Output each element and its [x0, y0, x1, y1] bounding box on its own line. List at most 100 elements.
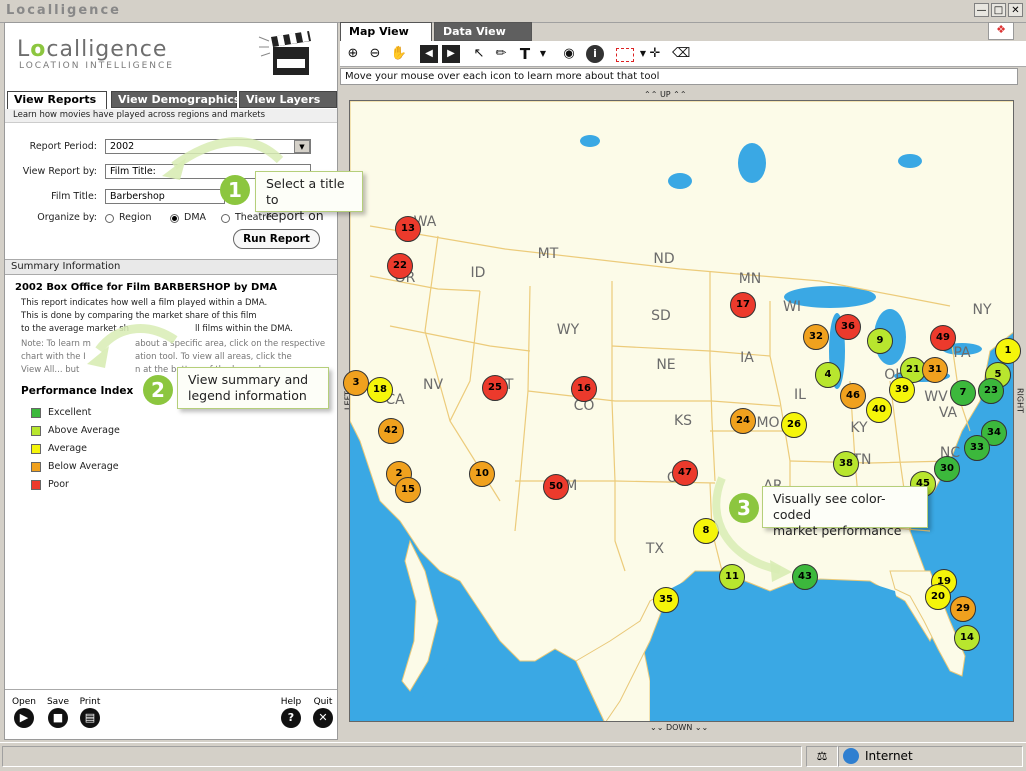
film-title-label: Film Title:: [51, 191, 97, 202]
minimize-button[interactable]: —: [974, 3, 989, 17]
state-label: MN: [738, 271, 762, 287]
dma-marker[interactable]: 3: [343, 370, 369, 396]
dma-marker[interactable]: 47: [672, 460, 698, 486]
dma-marker[interactable]: 4: [815, 362, 841, 388]
pan-up-button[interactable]: ⌃⌃ UP ⌃⌃: [644, 90, 687, 99]
reports-subheading: Learn how movies have played across regi…: [5, 109, 337, 123]
dma-marker[interactable]: 10: [469, 461, 495, 487]
dma-marker[interactable]: 38: [833, 451, 859, 477]
dma-marker[interactable]: 25: [482, 375, 508, 401]
zoom-in-icon[interactable]: ⊕: [344, 45, 362, 63]
help-button[interactable]: Help?: [278, 697, 304, 728]
dma-marker[interactable]: 31: [922, 357, 948, 383]
zoom-out-icon[interactable]: ⊖: [366, 45, 384, 63]
info-icon[interactable]: i: [586, 45, 604, 63]
dma-marker[interactable]: 49: [930, 325, 956, 351]
back-icon[interactable]: ◀: [420, 45, 438, 63]
bottom-toolbar-divider: [5, 689, 337, 690]
eraser-icon[interactable]: ⌫: [672, 45, 690, 63]
dma-marker[interactable]: 35: [653, 587, 679, 613]
legend-swatch-below-average: [31, 462, 41, 472]
open-button[interactable]: Open ▶: [11, 697, 37, 728]
state-label: ID: [470, 265, 486, 281]
legend-label-below-average: Below Average: [48, 461, 119, 472]
dma-marker[interactable]: 32: [803, 324, 829, 350]
help-icon: ?: [281, 708, 301, 728]
status-text-area: [2, 746, 802, 767]
dma-marker[interactable]: 26: [781, 412, 807, 438]
gulf-water: [650, 576, 920, 721]
dma-marker[interactable]: 1: [995, 338, 1021, 364]
state-label: IA: [740, 350, 754, 366]
map-canvas[interactable]: [350, 101, 1014, 722]
organize-region-radio[interactable]: [105, 214, 114, 223]
dma-marker[interactable]: 23: [978, 378, 1004, 404]
crosshair-icon[interactable]: ✛: [646, 45, 664, 63]
state-label: WY: [556, 322, 580, 338]
tab-view-reports[interactable]: View Reports: [7, 91, 107, 109]
tab-map-view[interactable]: Map View: [340, 22, 432, 41]
dma-marker[interactable]: 18: [367, 377, 393, 403]
printer-icon: ▤: [80, 708, 100, 728]
close-button[interactable]: ✕: [1008, 3, 1023, 17]
pan-down-button[interactable]: ⌄⌄ DOWN ⌄⌄: [650, 723, 708, 732]
dma-marker[interactable]: 39: [889, 377, 915, 403]
organize-theatre-radio[interactable]: [221, 214, 230, 223]
binoculars-icon[interactable]: ◉: [560, 45, 578, 63]
film-title-select[interactable]: Barbershop: [105, 189, 225, 204]
save-button[interactable]: Save ■: [45, 697, 71, 728]
tab-data-view[interactable]: Data View: [434, 22, 532, 41]
state-label: NV: [422, 377, 444, 393]
dma-marker[interactable]: 24: [730, 408, 756, 434]
dma-marker[interactable]: 14: [954, 625, 980, 651]
dma-marker[interactable]: 42: [378, 418, 404, 444]
legend-label-average: Average: [48, 443, 88, 454]
tab-view-layers[interactable]: View Layers: [239, 91, 337, 108]
state-label: NE: [656, 357, 676, 373]
dma-marker[interactable]: 7: [950, 380, 976, 406]
tab-view-demographics[interactable]: View Demographics: [111, 91, 240, 108]
maximize-button[interactable]: □: [991, 3, 1006, 17]
dma-marker[interactable]: 13: [395, 216, 421, 242]
dma-marker[interactable]: 29: [950, 596, 976, 622]
state-label: TX: [645, 541, 665, 557]
organize-dma-radio[interactable]: [170, 214, 179, 223]
dma-marker[interactable]: 22: [387, 253, 413, 279]
dma-marker[interactable]: 36: [835, 314, 861, 340]
text-tool-icon[interactable]: T: [516, 45, 534, 63]
run-report-button[interactable]: Run Report: [233, 229, 320, 249]
pan-right-button[interactable]: RIGHT: [1016, 371, 1025, 431]
canada-lake-1: [738, 143, 766, 183]
windows-flag-icon: ❖: [988, 22, 1014, 40]
select-arrow-icon[interactable]: ↖: [470, 45, 488, 63]
pan-hand-icon[interactable]: ✋: [390, 45, 408, 63]
dma-marker[interactable]: 33: [964, 435, 990, 461]
callout-1-number: 1: [220, 175, 250, 205]
dma-marker[interactable]: 15: [395, 477, 421, 503]
dma-marker[interactable]: 40: [866, 397, 892, 423]
organize-region-label: Region: [119, 212, 152, 223]
ruler-icon[interactable]: ✏: [492, 45, 510, 63]
rectangle-select-icon[interactable]: [616, 48, 634, 62]
callout-1-line-2: report on: [266, 208, 324, 223]
dma-marker[interactable]: 20: [925, 584, 951, 610]
print-button[interactable]: Print ▤: [77, 697, 103, 728]
quit-button[interactable]: Quit ✕: [310, 697, 336, 728]
state-label: NY: [972, 302, 992, 318]
callout-2-line-2: legend information: [188, 388, 307, 403]
state-label: IL: [794, 387, 806, 403]
summary-note-3a: View All... but: [21, 365, 80, 375]
dma-marker[interactable]: 46: [840, 383, 866, 409]
tool-hint-bar: Move your mouse over each icon to learn …: [340, 68, 1018, 85]
dma-marker[interactable]: 30: [934, 456, 960, 482]
forward-icon[interactable]: ▶: [442, 45, 460, 63]
state-label: KS: [673, 413, 693, 429]
us-map[interactable]: [349, 100, 1014, 722]
dma-marker[interactable]: 9: [867, 328, 893, 354]
dma-marker[interactable]: 50: [543, 474, 569, 500]
security-zone-label: Internet: [865, 749, 913, 763]
dma-marker[interactable]: 16: [571, 376, 597, 402]
dma-marker[interactable]: 17: [730, 292, 756, 318]
text-tool-dropdown-icon[interactable]: ▼: [534, 45, 552, 63]
report-period-dropdown-icon[interactable]: ▼: [294, 140, 310, 153]
